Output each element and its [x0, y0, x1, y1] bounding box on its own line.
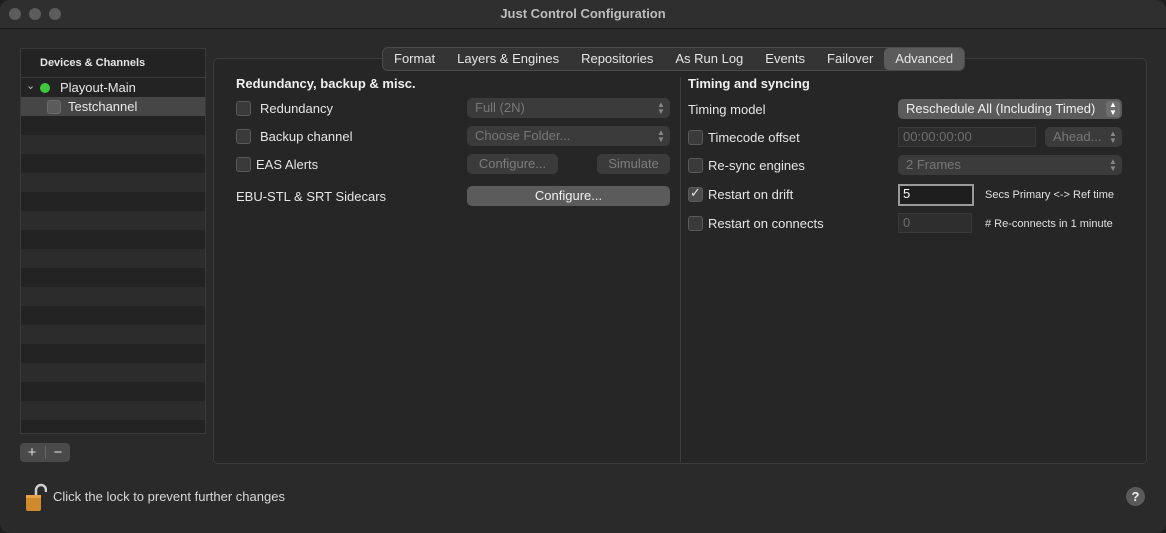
backup-folder-select[interactable]: Choose Folder... ▲ ▼ [467, 126, 670, 146]
timecode-offset-checkbox[interactable] [688, 130, 703, 145]
resync-frames-select[interactable]: 2 Frames ▲ ▼ [898, 155, 1122, 175]
window-title: Just Control Configuration [500, 6, 666, 21]
title-bar: Just Control Configuration [0, 0, 1166, 29]
empty-row [21, 363, 205, 382]
checkmark-icon: ✓ [690, 185, 701, 200]
eas-simulate-button[interactable]: Simulate [597, 154, 670, 174]
chevron-down-icon[interactable]: ⌄ [26, 79, 35, 92]
backup-label: Backup channel [260, 129, 353, 144]
tab-failover[interactable]: Failover [816, 48, 884, 70]
eas-configure-button[interactable]: Configure... [467, 154, 558, 174]
add-device-button[interactable]: + [20, 443, 44, 462]
updown-arrows-icon: ▲ ▼ [657, 100, 665, 116]
tab-layers-engines[interactable]: Layers & Engines [446, 48, 570, 70]
restart-drift-label: Restart on drift [708, 187, 794, 202]
updown-arrows-icon: ▲ ▼ [657, 128, 665, 144]
redundancy-label: Redundancy [260, 101, 333, 116]
backup-checkbox[interactable] [236, 129, 251, 144]
restart-connects-note: # Re-connects in 1 minute [985, 218, 1113, 230]
tab-advanced[interactable]: Advanced [884, 48, 965, 70]
restart-connects-field[interactable]: 0 [898, 213, 972, 233]
channel-item-testchannel[interactable]: Testchannel [21, 97, 205, 116]
restart-connects-checkbox[interactable] [688, 216, 703, 231]
config-window: Just Control Configuration Devices & Cha… [0, 0, 1166, 533]
eas-label: EAS Alerts [256, 157, 319, 172]
resync-frames-value: 2 Frames [906, 157, 961, 172]
timing-model-label: Timing model [688, 102, 766, 117]
empty-row [21, 401, 205, 420]
device-item-playout-main[interactable]: ⌄ Playout-Main [21, 78, 205, 97]
devices-list: Devices & Channels ⌄ Playout-Main Testch… [20, 48, 206, 434]
channel-label: Testchannel [68, 99, 138, 114]
lock-icon[interactable] [25, 482, 47, 512]
timecode-offset-field[interactable]: 00:00:00:00 [898, 127, 1036, 147]
timecode-offset-label: Timecode offset [708, 130, 800, 145]
tab-repositories[interactable]: Repositories [570, 48, 664, 70]
ebu-label: EBU-STL & SRT Sidecars [236, 189, 387, 204]
empty-row [21, 211, 205, 230]
resync-checkbox[interactable] [688, 158, 703, 173]
empty-row [21, 135, 205, 154]
updown-arrows-icon: ▲ ▼ [1109, 129, 1117, 145]
tab-events[interactable]: Events [754, 48, 816, 70]
redundancy-checkbox[interactable] [236, 101, 251, 116]
redundancy-select[interactable]: Full (2N) ▲ ▼ [467, 98, 670, 118]
empty-row [21, 173, 205, 192]
restart-drift-field[interactable]: 5 [898, 184, 974, 206]
updown-arrows-icon: ▲ ▼ [1106, 101, 1120, 117]
timing-model-value: Reschedule All (Including Timed) [906, 101, 1096, 116]
resync-label: Re-sync engines [708, 158, 805, 173]
timing-heading: Timing and syncing [688, 76, 810, 91]
redundancy-value: Full (2N) [475, 100, 525, 115]
device-label: Playout-Main [60, 80, 136, 95]
add-remove-control: + − [20, 443, 70, 462]
section-divider [680, 77, 681, 462]
lock-message: Click the lock to prevent further change… [53, 489, 285, 504]
tab-format[interactable]: Format [383, 48, 446, 70]
status-dot-icon [40, 83, 50, 93]
restart-drift-note: Secs Primary <-> Ref time [985, 189, 1114, 201]
empty-row [21, 325, 205, 344]
timing-model-select[interactable]: Reschedule All (Including Timed) ▲ ▼ [898, 99, 1122, 119]
redundancy-heading: Redundancy, backup & misc. [236, 76, 416, 91]
tab-bar: Format Layers & Engines Repositories As … [382, 47, 966, 71]
help-button[interactable]: ? [1126, 487, 1145, 506]
tab-as-run-log[interactable]: As Run Log [664, 48, 754, 70]
remove-device-button[interactable]: − [46, 443, 70, 462]
offset-direction-select[interactable]: Ahead... ▲ ▼ [1045, 127, 1122, 147]
ebu-configure-button[interactable]: Configure... [467, 186, 670, 206]
offset-direction-value: Ahead... [1053, 129, 1102, 144]
restart-connects-label: Restart on connects [708, 216, 824, 231]
eas-checkbox[interactable] [236, 157, 251, 172]
devices-header: Devices & Channels [21, 49, 205, 78]
restart-drift-checkbox[interactable]: ✓ [688, 185, 703, 202]
updown-arrows-icon: ▲ ▼ [1109, 157, 1117, 173]
backup-folder-value: Choose Folder... [475, 128, 571, 143]
empty-row [21, 249, 205, 268]
channel-checkbox[interactable] [47, 100, 61, 114]
empty-row [21, 287, 205, 306]
